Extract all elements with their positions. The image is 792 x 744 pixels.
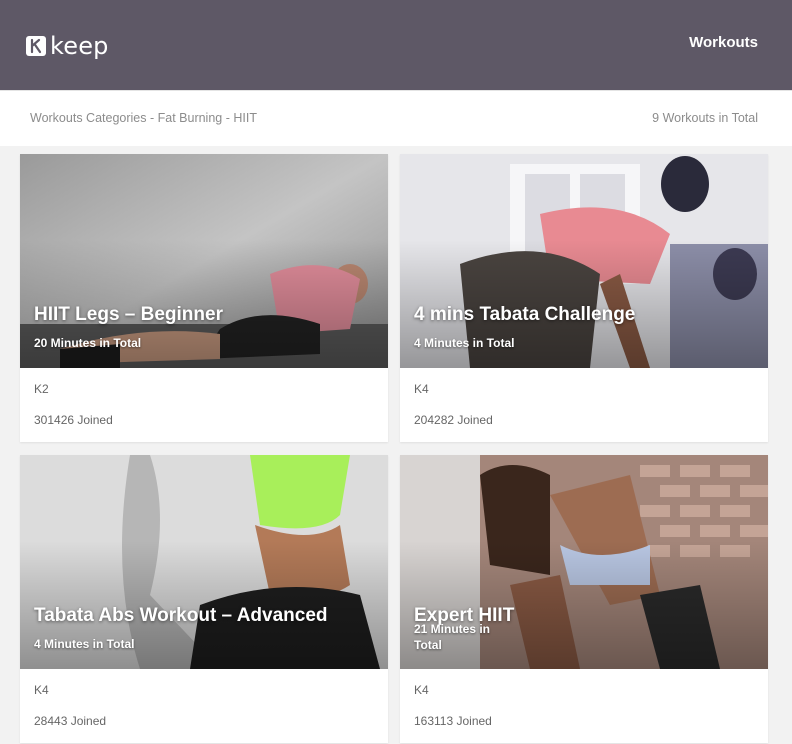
breadcrumb-workouts-categories[interactable]: Workouts Categories (30, 111, 147, 125)
workout-duration: 20 Minutes in Total (34, 336, 142, 350)
workout-level: K2 (34, 382, 49, 396)
top-header: keep Workouts (0, 0, 792, 90)
breadcrumb-fat-burning[interactable]: Fat Burning (158, 111, 223, 125)
workout-card[interactable]: Expert HIIT 21 Minutes in Total K4 16311… (400, 455, 768, 743)
workout-joined-count: 163113 Joined (414, 714, 492, 728)
workout-title: HIIT Legs – Beginner (34, 304, 223, 325)
workout-duration: 21 Minutes in Total (414, 622, 491, 652)
workout-duration: 4 Minutes in Total (34, 637, 135, 651)
workout-card[interactable]: 4 mins Tabata Challenge 4 Minutes in Tot… (400, 154, 768, 442)
workout-level: K4 (34, 683, 49, 697)
workout-title: 4 mins Tabata Challenge (414, 304, 636, 325)
breadcrumb-bar: Workouts Categories - Fat Burning - HIIT… (0, 90, 792, 146)
workout-joined-count: 301426 Joined (34, 413, 113, 427)
workout-level: K4 (414, 683, 429, 697)
keep-k-icon (26, 36, 46, 56)
nav-workouts-link[interactable]: Workouts (689, 34, 758, 51)
workout-grid: HIIT Legs – Beginner 20 Minutes in Total… (20, 154, 768, 744)
breadcrumb: Workouts Categories - Fat Burning - HIIT (30, 111, 257, 125)
breadcrumb-separator: - (149, 111, 158, 125)
workout-card[interactable]: HIIT Legs – Beginner 20 Minutes in Total… (20, 154, 388, 442)
workout-title: Tabata Abs Workout – Advanced (34, 605, 328, 626)
workout-card[interactable]: Tabata Abs Workout – Advanced 4 Minutes … (20, 455, 388, 743)
logo-text: keep (50, 32, 109, 60)
workout-duration: 4 Minutes in Total (414, 336, 515, 350)
workout-joined-count: 204282 Joined (414, 413, 493, 427)
keep-logo[interactable]: keep (26, 34, 109, 58)
workouts-total-count: 9 Workouts in Total (652, 111, 758, 125)
breadcrumb-hiit: HIIT (233, 111, 257, 125)
workout-level: K4 (414, 382, 429, 396)
workout-joined-count: 28443 Joined (34, 714, 107, 728)
